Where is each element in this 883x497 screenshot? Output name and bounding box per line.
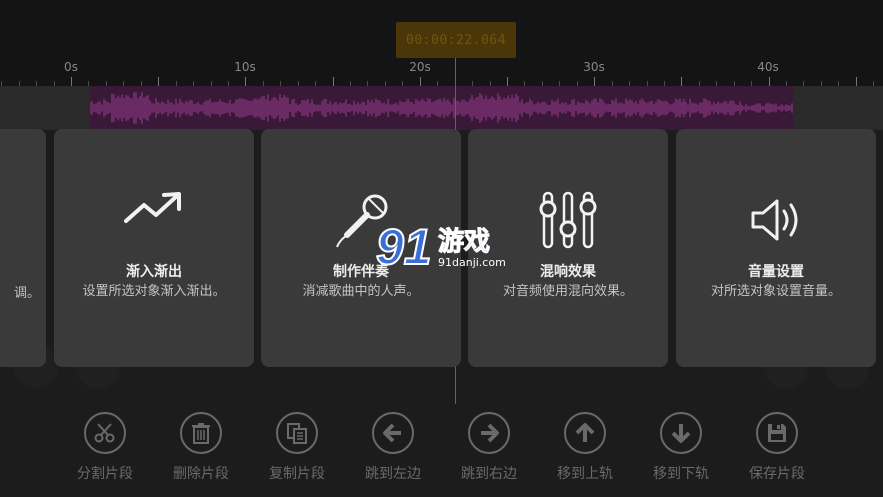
bottom-toolbar: 分割片段 删除片段 复制片段 跳到左边 跳到右边 移到上轨 移到下轨 保存片段	[0, 404, 883, 497]
watermark-name: 游戏	[438, 227, 490, 257]
card-description: 消减歌曲中的人声。	[302, 284, 420, 299]
arrow-left-icon	[372, 412, 414, 454]
arrow-down-icon	[660, 412, 702, 454]
save-icon	[756, 412, 798, 454]
tool-label: 跳到左边	[365, 466, 421, 482]
tool-label: 删除片段	[173, 466, 229, 482]
function-card-partial[interactable]: 调。	[0, 129, 46, 367]
copy-clip-button[interactable]: 复制片段	[257, 412, 337, 483]
tool-label: 移到下轨	[653, 466, 709, 482]
card-description: 设置所选对象渐入渐出。	[82, 284, 226, 299]
card-description: 对所选对象设置音量。	[710, 284, 841, 299]
tool-label: 跳到右边	[461, 466, 517, 482]
watermark-number: 91	[376, 219, 432, 274]
save-clip-button[interactable]: 保存片段	[737, 412, 817, 483]
ruler-tick	[768, 77, 770, 86]
ruler-tick	[71, 77, 72, 86]
tool-label: 复制片段	[269, 466, 325, 482]
card-description: 对音频使用混向效果。	[502, 284, 633, 299]
partial-card-text: 调。	[13, 286, 40, 301]
trend-up-icon	[124, 191, 184, 231]
ruler-label-20s: 20s	[409, 60, 431, 74]
move-down-track-button[interactable]: 移到下轨	[641, 412, 721, 483]
ruler-tick	[158, 77, 160, 86]
card-title: 音量设置	[748, 264, 804, 280]
ruler-label-30s: 30s	[583, 60, 605, 74]
copy-icon	[276, 412, 318, 454]
jump-left-button[interactable]: 跳到左边	[353, 412, 433, 483]
ruler-label-0s: 0s	[64, 60, 78, 74]
ruler-tick	[507, 77, 508, 86]
arrow-up-icon	[564, 412, 606, 454]
trash-icon	[180, 412, 222, 454]
current-time-display: 00:00:22.064	[396, 22, 516, 58]
delete-clip-button[interactable]: 删除片段	[161, 412, 241, 483]
tool-label: 保存片段	[749, 466, 805, 482]
volume-settings-card[interactable]: 音量设置 对所选对象设置音量。	[676, 129, 876, 367]
ruler-tick	[855, 77, 857, 86]
equalizer-sliders-icon	[538, 191, 598, 253]
arrow-right-icon	[468, 412, 510, 454]
scissors-icon	[84, 412, 126, 454]
ruler-tick	[245, 77, 247, 86]
ruler-label-40s: 40s	[757, 60, 779, 74]
ruler-tick	[419, 77, 421, 86]
jump-right-button[interactable]: 跳到右边	[449, 412, 529, 483]
site-watermark-logo: 91 游戏 91danji.com	[375, 218, 512, 278]
waveform-graphic	[90, 92, 793, 124]
ruler-tick	[594, 77, 596, 86]
timeline-ruler[interactable]: 0s 10s 20s 30s 40s	[0, 58, 883, 87]
ruler-tick	[681, 77, 683, 86]
audio-clip-waveform[interactable]	[90, 86, 793, 130]
ruler-label-10s: 10s	[234, 60, 256, 74]
card-title: 渐入渐出	[126, 264, 182, 280]
watermark-url: 91danji.com	[438, 256, 506, 269]
speaker-icon	[749, 197, 803, 247]
fade-in-out-card[interactable]: 渐入渐出 设置所选对象渐入渐出。	[54, 129, 254, 367]
tool-label: 移到上轨	[557, 466, 613, 482]
split-clip-button[interactable]: 分割片段	[65, 412, 145, 483]
move-up-track-button[interactable]: 移到上轨	[545, 412, 625, 483]
ruler-tick	[332, 77, 334, 86]
tool-label: 分割片段	[77, 466, 133, 482]
